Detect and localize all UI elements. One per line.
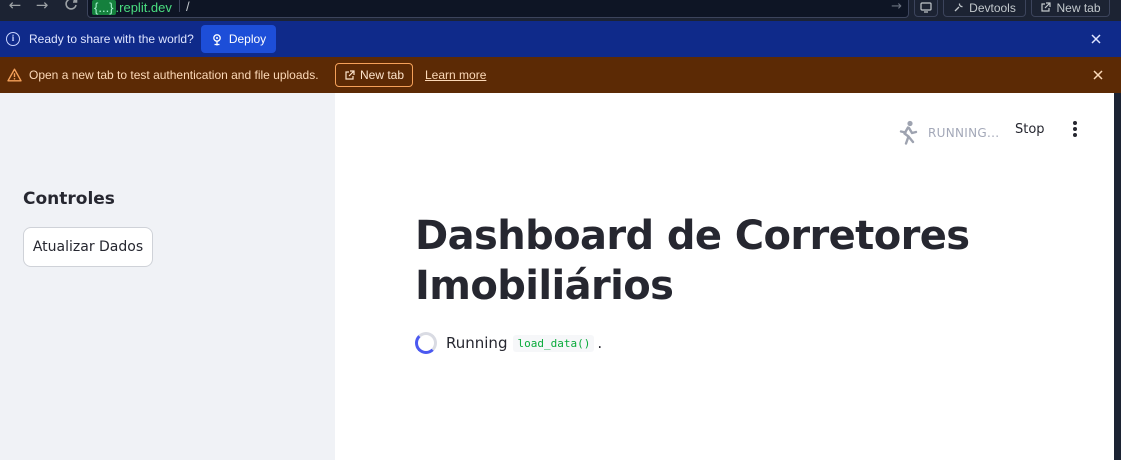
info-icon: i — [6, 32, 20, 46]
page-title-line-2: Imobiliários — [415, 263, 674, 309]
close-warning-banner-icon[interactable] — [1091, 68, 1105, 82]
window-edge — [1114, 93, 1121, 460]
forward-icon[interactable]: → — [31, 0, 53, 16]
browser-new-tab-label: New tab — [1056, 0, 1101, 15]
devtools-label: Devtools — [969, 0, 1016, 15]
external-link-icon — [345, 69, 355, 80]
url-bar[interactable]: {...} .replit.dev / → — [87, 0, 909, 18]
open-new-tab-button[interactable]: New tab — [335, 63, 413, 87]
learn-more-link[interactable]: Learn more — [425, 68, 486, 82]
refresh-data-button[interactable]: Atualizar Dados — [23, 227, 153, 267]
devtools-button[interactable]: Devtools — [943, 0, 1026, 17]
running-function-code: load_data() — [513, 334, 595, 352]
page-title: Dashboard de Corretores Imobiliários — [415, 211, 975, 311]
url-path: / — [186, 0, 190, 14]
warning-triangle-icon — [7, 68, 22, 82]
go-arrow-icon[interactable]: → — [891, 0, 902, 14]
deploy-icon — [212, 33, 221, 45]
monitor-icon — [920, 2, 932, 13]
spinner-icon — [415, 332, 437, 354]
running-status: RUNNING... — [897, 120, 999, 146]
running-label: Running — [446, 334, 508, 352]
kebab-menu-icon[interactable] — [1071, 121, 1079, 137]
deploy-button[interactable]: Deploy — [201, 25, 276, 53]
deploy-banner-message: Ready to share with the world? — [29, 32, 194, 46]
app-sidebar: Controles Atualizar Dados — [0, 93, 335, 460]
wrench-icon — [954, 3, 963, 12]
open-new-tab-label: New tab — [359, 68, 405, 82]
warning-banner-message: Open a new tab to test authentication an… — [29, 68, 319, 82]
deploy-banner: i Ready to share with the world? Deploy — [0, 21, 1121, 57]
status-label: RUNNING... — [928, 126, 1000, 140]
close-deploy-banner-icon[interactable] — [1089, 32, 1103, 46]
url-divider — [179, 0, 180, 12]
running-indicator: Running load_data() . — [415, 332, 602, 354]
deploy-button-label: Deploy — [228, 32, 267, 46]
external-link-icon — [1041, 2, 1052, 12]
sidebar-heading: Controles — [23, 189, 115, 209]
warning-banner: Open a new tab to test authentication an… — [0, 57, 1121, 93]
stop-button[interactable]: Stop — [1015, 122, 1045, 137]
page-title-line-1: Dashboard de Corretores — [415, 213, 970, 259]
running-figure-icon — [899, 120, 918, 145]
reload-icon[interactable] — [60, 0, 82, 16]
browser-toolbar: ← → {...} .replit.dev / → Devtools New ta… — [0, 0, 1121, 21]
url-host: {...} .replit.dev — [92, 0, 172, 15]
device-preview-button[interactable] — [914, 0, 938, 17]
browser-new-tab-button[interactable]: New tab — [1031, 0, 1110, 17]
running-suffix: . — [597, 334, 603, 352]
app-main: RUNNING... Stop Dashboard de Corretores … — [335, 93, 1114, 460]
back-icon[interactable]: ← — [4, 0, 26, 16]
